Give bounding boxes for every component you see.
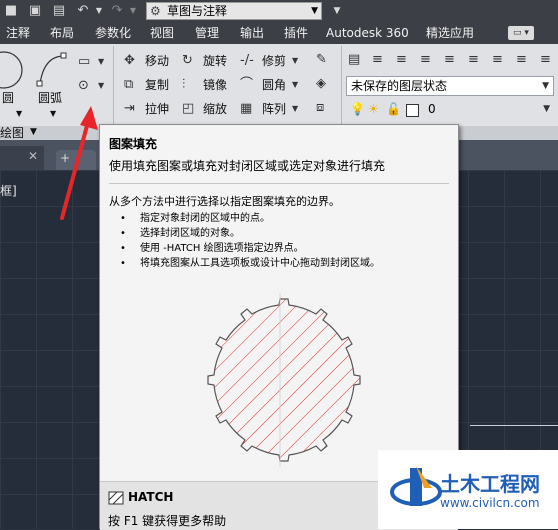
offset-icon[interactable]: ⧈ <box>316 100 324 116</box>
circle-label[interactable]: 圆 <box>2 90 14 106</box>
chevron-down-icon[interactable]: ▼ <box>16 106 22 122</box>
drawing-line <box>470 425 558 426</box>
tab-output[interactable]: 输出 <box>240 22 264 44</box>
quick-access-toolbar: ■ ▣ ▤ ↶ ▼ ↷ ▼ ⚙ 草图与注释 ▼ ▼ <box>0 0 558 22</box>
lightbulb-icon: 💡 <box>350 102 365 116</box>
gear-icon: ⚙ <box>150 4 161 18</box>
save-icon[interactable]: ▣ <box>26 3 44 19</box>
command-name: HATCH <box>128 490 174 504</box>
hatch-icon <box>108 491 124 505</box>
mirror-button[interactable]: 镜像 <box>203 77 227 93</box>
workspace-name: 草图与注释 <box>167 4 228 18</box>
rectangle-icon[interactable]: ▭ <box>78 54 90 70</box>
rotate-icon[interactable]: ↻ <box>182 53 193 69</box>
draw-panel-label[interactable]: 绘图 <box>0 125 24 141</box>
tab-view[interactable]: 视图 <box>150 22 174 44</box>
layer-tool-icon[interactable]: ≡ <box>396 52 407 68</box>
annotation-arrow <box>60 106 98 220</box>
array-button[interactable]: 阵列 <box>262 101 286 117</box>
app-menu-icon[interactable]: ■ <box>2 3 20 19</box>
array-icon[interactable]: ▦ <box>240 101 252 117</box>
chevron-down-icon: ▼ <box>542 81 549 91</box>
chevron-down-icon[interactable]: ▼ <box>98 78 104 94</box>
tab-plugins[interactable]: 插件 <box>284 22 308 44</box>
print-icon[interactable]: ▤ <box>50 3 68 19</box>
layer-tool-icon[interactable]: ≡ <box>468 52 479 68</box>
circle-icon[interactable] <box>0 50 30 90</box>
close-icon[interactable]: ✕ <box>28 149 38 163</box>
watermark-brand: 土木工程网 <box>440 472 540 496</box>
chevron-down-icon[interactable]: ▼ <box>98 54 104 70</box>
chevron-down-icon[interactable]: ▼ <box>292 101 298 117</box>
panel-divider <box>113 46 114 126</box>
layer-properties-icon[interactable]: ▤ <box>348 52 360 68</box>
workspace-dropdown[interactable]: ⚙ 草图与注释 ▼ <box>146 2 322 20</box>
layer-tool-icon[interactable]: ≡ <box>420 52 431 68</box>
chevron-down-icon[interactable]: ▼ <box>292 77 298 93</box>
copy-button[interactable]: 复制 <box>145 77 169 93</box>
list-item: 使用 -HATCH 绘图选项指定边界点。 <box>110 241 380 256</box>
tooltip-methods-list: 指定对象封闭的区域中的点。 选择封闭区域的对象。 使用 -HATCH 绘图选项指… <box>110 211 380 271</box>
erase-icon[interactable]: ✎ <box>316 52 327 68</box>
layer-dropdown[interactable]: 💡 ☀ 🔓 0 ▼ <box>346 100 554 120</box>
move-icon[interactable]: ✥ <box>124 53 135 69</box>
tooltip-methods-heading: 从多个方法中进行选择以指定图案填充的边界。 <box>109 195 340 208</box>
stretch-icon[interactable]: ⇥ <box>124 101 135 117</box>
copy-icon[interactable]: ⧉ <box>124 77 133 93</box>
watermark-logo: 土木工程网 www.civilcn.com <box>378 450 558 529</box>
help-hint: 按 F1 键获得更多帮助 <box>108 514 227 528</box>
viewport-label[interactable]: 框] <box>0 182 17 199</box>
tab-annotate[interactable]: 注释 <box>6 22 30 44</box>
logo-mark-icon <box>390 466 442 506</box>
explode-icon[interactable]: ◈ <box>316 76 326 92</box>
fillet-button[interactable]: 圆角 <box>262 77 286 93</box>
layer-tool-icon[interactable]: ≡ <box>516 52 527 68</box>
watermark-url: www.civilcn.com <box>440 496 540 510</box>
redo-dropdown-icon[interactable]: ▼ <box>124 3 142 19</box>
lock-open-icon: 🔓 <box>386 102 401 116</box>
arc-icon[interactable] <box>34 50 70 90</box>
chevron-down-icon: ▼ <box>543 104 550 114</box>
mirror-icon[interactable]: ⫶ <box>182 77 185 93</box>
rotate-button[interactable]: 旋转 <box>203 53 227 69</box>
layer-state-dropdown[interactable]: 未保存的图层状态 ▼ <box>346 76 554 96</box>
divider <box>109 183 449 184</box>
trim-button[interactable]: 修剪 <box>262 53 286 69</box>
chevron-down-icon: ▼ <box>311 6 318 16</box>
current-layer-value: 0 <box>428 102 436 116</box>
tooltip-description: 使用填充图案或填充对封闭区域或选定对象进行填充 <box>109 159 386 173</box>
customize-qat-icon[interactable]: ▼ <box>328 3 346 19</box>
tab-featured-apps[interactable]: 精选应用 <box>426 22 474 44</box>
layer-tool-icon[interactable]: ≡ <box>444 52 455 68</box>
list-item: 选择封闭区域的对象。 <box>110 226 380 241</box>
layer-state-value: 未保存的图层状态 <box>351 79 448 93</box>
tab-parametric[interactable]: 参数化 <box>95 22 131 44</box>
layer-color-swatch <box>406 104 419 117</box>
layer-tool-icon[interactable]: ≡ <box>492 52 503 68</box>
tab-layout[interactable]: 布局 <box>50 22 74 44</box>
fillet-icon[interactable]: ⌒ <box>240 77 253 93</box>
trim-icon[interactable]: -/- <box>240 53 254 69</box>
layer-tool-icon[interactable]: ≡ <box>540 52 551 68</box>
ellipse-icon[interactable]: ⊙ <box>78 78 89 94</box>
panel-divider <box>341 46 342 126</box>
undo-dropdown-icon[interactable]: ▼ <box>90 3 108 19</box>
tooltip-title: 图案填充 <box>109 137 158 151</box>
scale-button[interactable]: 缩放 <box>203 101 227 117</box>
hatch-illustration <box>207 293 361 467</box>
list-item: 指定对象封闭的区域中的点。 <box>110 211 380 226</box>
move-button[interactable]: 移动 <box>145 53 169 69</box>
ribbon-tabs: 注释 布局 参数化 视图 管理 输出 插件 Autodesk 360 精选应用 … <box>0 22 558 66</box>
drawing-tab[interactable]: ✕ <box>0 146 44 170</box>
tab-autodesk360[interactable]: Autodesk 360 <box>326 22 409 44</box>
list-item: 将填充图案从工具选项板或设计中心拖动到封闭区域。 <box>110 256 380 271</box>
sun-icon: ☀ <box>368 102 379 116</box>
tab-manage[interactable]: 管理 <box>195 22 219 44</box>
layer-tool-icon[interactable]: ≡ <box>372 52 383 68</box>
minimize-ribbon-button[interactable]: ▭ ▾ <box>508 26 534 40</box>
chevron-down-icon[interactable]: ▼ <box>30 124 37 140</box>
chevron-down-icon[interactable]: ▼ <box>292 53 298 69</box>
scale-icon[interactable]: ◰ <box>182 101 194 117</box>
stretch-button[interactable]: 拉伸 <box>145 101 169 117</box>
